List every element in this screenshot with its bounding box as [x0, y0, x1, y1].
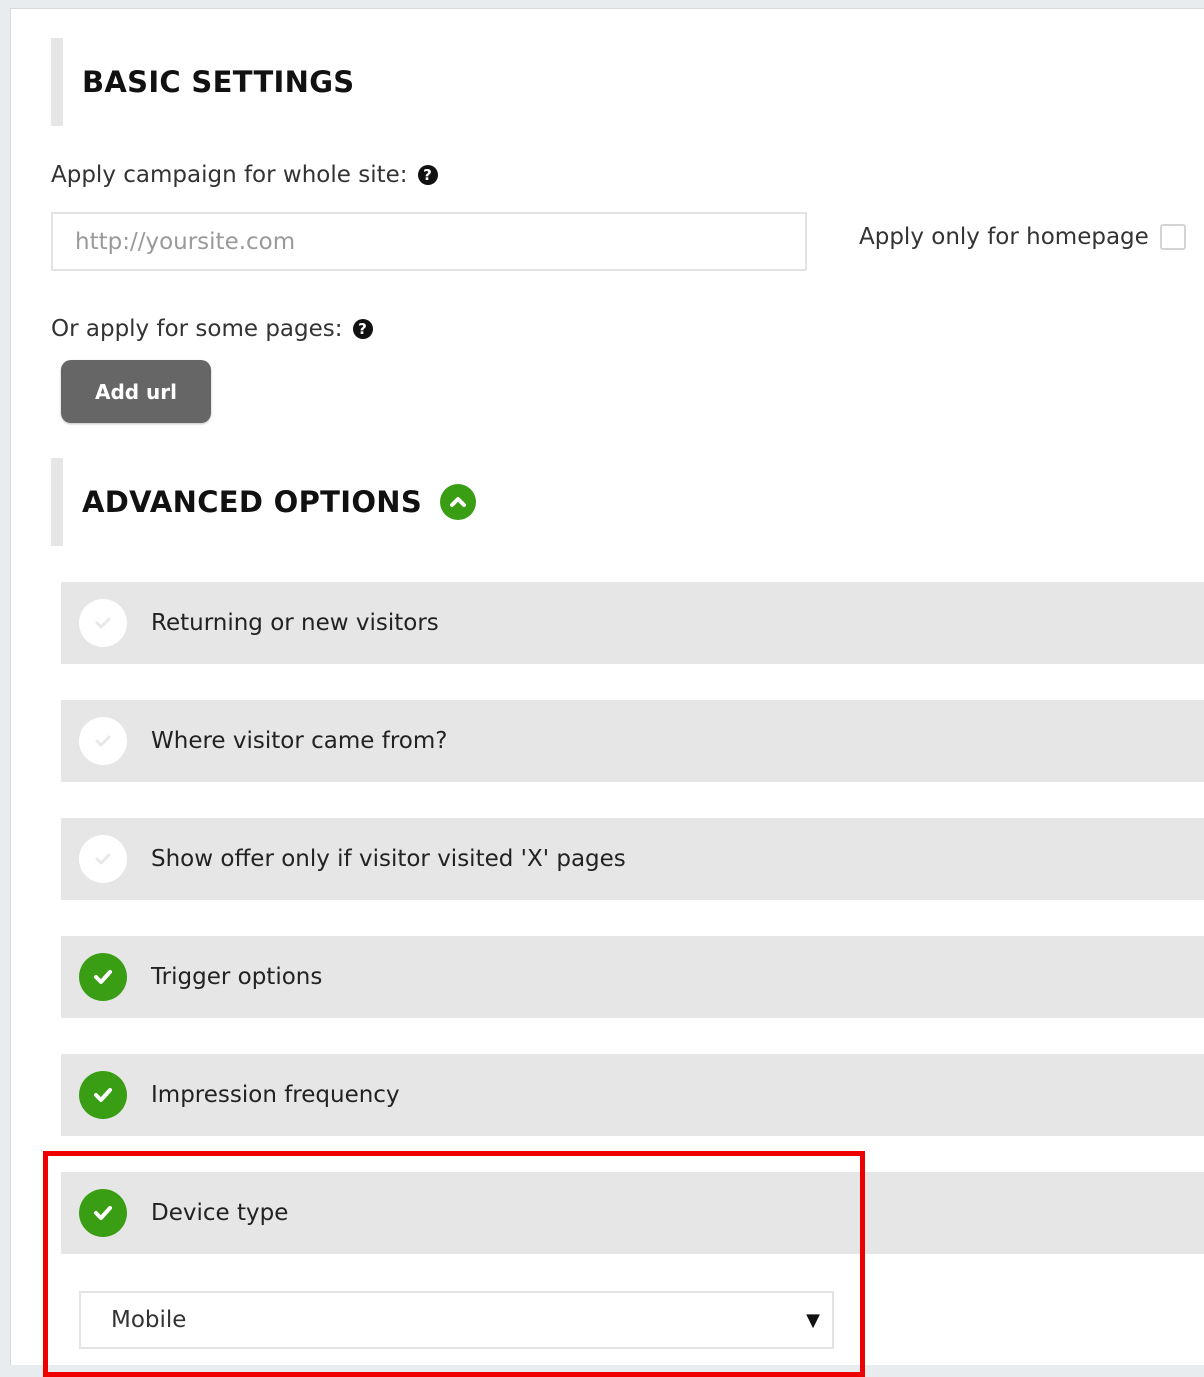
settings-panel: BASIC SETTINGS Apply campaign for whole …: [10, 8, 1204, 1377]
option-impression-frequency[interactable]: Impression frequency: [61, 1054, 1204, 1136]
advanced-options-header[interactable]: ADVANCED OPTIONS: [51, 458, 651, 546]
add-url-button[interactable]: Add url: [61, 360, 211, 423]
check-circle-icon[interactable]: [79, 1189, 127, 1237]
site-url-input[interactable]: [51, 212, 807, 271]
option-label: Where visitor came from?: [151, 728, 448, 754]
option-label: Impression frequency: [151, 1082, 400, 1108]
option-label: Device type: [151, 1200, 289, 1226]
basic-settings-header: BASIC SETTINGS: [51, 38, 651, 126]
advanced-options-title: ADVANCED OPTIONS: [82, 485, 423, 519]
device-type-select[interactable]: Mobile ▼: [79, 1291, 834, 1349]
check-circle-icon[interactable]: [79, 717, 127, 765]
help-icon[interactable]: ?: [352, 319, 373, 339]
homepage-label: Apply only for homepage: [859, 224, 1149, 250]
basic-settings-title: BASIC SETTINGS: [82, 65, 355, 99]
option-label: Returning or new visitors: [151, 610, 439, 636]
homepage-option[interactable]: Apply only for homepage: [859, 224, 1186, 250]
help-icon[interactable]: ?: [417, 165, 438, 185]
option-visited-pages[interactable]: Show offer only if visitor visited 'X' p…: [61, 818, 1204, 900]
option-label: Trigger options: [151, 964, 323, 990]
homepage-checkbox[interactable]: [1159, 224, 1186, 250]
option-trigger-options[interactable]: Trigger options: [61, 936, 1204, 1018]
check-circle-icon[interactable]: [79, 599, 127, 647]
whole-site-label: Apply campaign for whole site:: [51, 162, 408, 188]
some-pages-label-row: Or apply for some pages: ?: [51, 316, 373, 342]
check-circle-icon[interactable]: [79, 835, 127, 883]
whole-site-label-row: Apply campaign for whole site: ?: [51, 162, 438, 188]
check-circle-icon[interactable]: [79, 1071, 127, 1119]
device-type-value: Mobile: [111, 1307, 187, 1333]
check-circle-icon[interactable]: [79, 953, 127, 1001]
chevron-up-circle-icon[interactable]: [440, 484, 477, 520]
some-pages-label: Or apply for some pages:: [51, 316, 343, 342]
option-label: Show offer only if visitor visited 'X' p…: [151, 846, 626, 872]
option-device-type[interactable]: Device type: [61, 1172, 1204, 1254]
caret-down-icon[interactable]: ▼: [806, 1310, 820, 1331]
option-returning-visitors[interactable]: Returning or new visitors: [61, 582, 1204, 664]
option-visitor-source[interactable]: Where visitor came from?: [61, 700, 1204, 782]
